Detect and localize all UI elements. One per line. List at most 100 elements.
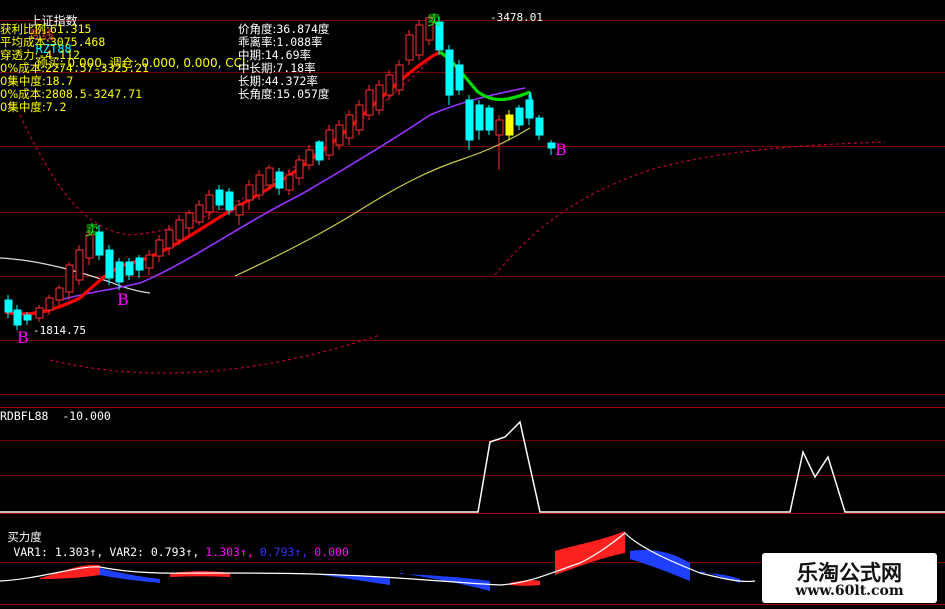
chip-info-value: 3075.468 bbox=[49, 35, 106, 49]
candlestick[interactable] bbox=[35, 307, 44, 319]
sell-marker: 卖 bbox=[427, 13, 441, 29]
angle-info-value: 1.088率 bbox=[276, 35, 323, 49]
candlestick[interactable] bbox=[305, 149, 314, 166]
candlestick[interactable] bbox=[515, 107, 524, 126]
candlestick[interactable] bbox=[155, 239, 164, 257]
chip-info-row: 0集中度:7.2 bbox=[0, 101, 149, 114]
chip-info-label: 0%成本: bbox=[0, 61, 46, 75]
angle-info-panel: 价角度:36.874度 乖离率:1.088率 中期:14.69率 中长期:7.18率长… bbox=[238, 23, 329, 101]
candlestick[interactable] bbox=[205, 194, 214, 213]
angle-info-label: 中长期: bbox=[238, 61, 277, 75]
buy-marker: B bbox=[555, 140, 567, 159]
candlestick[interactable] bbox=[255, 174, 264, 196]
candlestick[interactable] bbox=[13, 309, 22, 326]
candlestick[interactable] bbox=[23, 314, 32, 321]
candlestick[interactable] bbox=[395, 64, 404, 91]
candlestick[interactable] bbox=[65, 264, 74, 293]
candlestick[interactable] bbox=[535, 117, 544, 136]
candlestick[interactable] bbox=[145, 254, 154, 269]
candlestick[interactable] bbox=[385, 74, 394, 96]
strength-area bbox=[700, 571, 740, 583]
high-price-label: -3478.01 bbox=[490, 11, 543, 24]
candlestick[interactable] bbox=[45, 297, 54, 311]
angle-info-label: 长期: bbox=[238, 74, 265, 88]
candlestick[interactable] bbox=[105, 249, 114, 279]
angle-info-value: 15.057度 bbox=[276, 87, 330, 101]
right-band-line bbox=[494, 141, 886, 276]
candlestick[interactable] bbox=[75, 249, 84, 281]
candlestick[interactable] bbox=[355, 104, 364, 131]
chip-info-value: 2274.57-3325.21 bbox=[45, 61, 149, 75]
candlestick[interactable] bbox=[375, 84, 384, 111]
candlestick[interactable] bbox=[175, 219, 184, 241]
candlestick[interactable] bbox=[475, 104, 484, 131]
candlestick[interactable] bbox=[415, 24, 424, 56]
candlestick[interactable] bbox=[55, 287, 64, 301]
candlestick[interactable] bbox=[285, 174, 294, 191]
chip-info-value: 7.2 bbox=[45, 100, 67, 114]
candlestick[interactable] bbox=[185, 212, 194, 229]
candlestick[interactable] bbox=[265, 167, 274, 186]
candlestick[interactable] bbox=[165, 229, 174, 249]
strength-area bbox=[400, 573, 490, 591]
chip-info-label: 获利比例: bbox=[0, 22, 50, 36]
watermark-url: www.60lt.com bbox=[795, 583, 904, 599]
candlestick[interactable] bbox=[495, 119, 504, 136]
angle-info-value: 14.69率 bbox=[264, 48, 311, 62]
chip-info-value: -4.112 bbox=[38, 48, 80, 62]
candlestick[interactable] bbox=[505, 114, 514, 136]
angle-info-value: 7.18率 bbox=[276, 61, 316, 75]
angle-info-value: 44.372率 bbox=[264, 74, 318, 88]
candlestick[interactable] bbox=[275, 171, 284, 189]
buy-marker: B bbox=[17, 328, 29, 347]
angle-info-label: 乖离率: bbox=[238, 35, 277, 49]
candlestick[interactable] bbox=[547, 142, 556, 149]
candlestick[interactable] bbox=[125, 261, 134, 276]
angle-info-label: 长角度: bbox=[238, 87, 277, 101]
ma-yellow-line bbox=[234, 127, 531, 277]
buy-marker: B bbox=[117, 290, 129, 309]
candlestick[interactable] bbox=[485, 107, 494, 131]
candlestick[interactable] bbox=[295, 159, 304, 179]
candlestick[interactable] bbox=[465, 99, 474, 141]
low-price-label: -1814.75 bbox=[33, 324, 86, 337]
chip-info-label: 穿透力: bbox=[0, 48, 39, 62]
candlestick[interactable] bbox=[195, 204, 204, 223]
chip-info-label: 平均成本: bbox=[0, 35, 50, 49]
angle-info-value: 36.874度 bbox=[276, 22, 330, 36]
chip-info-value: 61.315 bbox=[49, 22, 92, 36]
chip-info-value: 2808.5-3247.71 bbox=[45, 87, 143, 101]
candlestick[interactable] bbox=[405, 34, 414, 61]
candlestick[interactable] bbox=[345, 114, 354, 139]
candlestick[interactable] bbox=[245, 184, 254, 201]
candlestick[interactable] bbox=[135, 257, 144, 271]
candlestick[interactable] bbox=[445, 49, 454, 96]
candlestick[interactable] bbox=[315, 141, 324, 161]
candlestick[interactable] bbox=[325, 129, 334, 156]
low-price-value: 1814.75 bbox=[39, 324, 86, 337]
lower-band-line bbox=[49, 334, 381, 374]
chip-info-value: 18.7 bbox=[45, 74, 74, 88]
candlestick[interactable] bbox=[115, 261, 124, 283]
sell-marker: 卖 bbox=[85, 223, 99, 239]
candlestick[interactable] bbox=[365, 89, 374, 116]
high-price-value: 3478.01 bbox=[496, 11, 543, 24]
watermark-logo: 乐淘公式网 www.60lt.com bbox=[762, 553, 937, 603]
candlestick[interactable] bbox=[4, 299, 13, 313]
candlestick[interactable] bbox=[235, 204, 244, 216]
candlestick[interactable] bbox=[525, 99, 534, 119]
strength-area bbox=[170, 571, 230, 577]
candlestick[interactable] bbox=[225, 191, 234, 211]
chip-info-label: 0集中度: bbox=[0, 74, 46, 88]
angle-info-label: 价角度: bbox=[238, 22, 277, 36]
candlestick[interactable] bbox=[455, 64, 464, 91]
chip-info-panel: 获利比例:61.315 平均成本:3075.468 穿透力:-4.112 0%成本:2… bbox=[0, 23, 149, 114]
chip-info-label: 0%成本: bbox=[0, 87, 46, 101]
candlestick[interactable] bbox=[335, 124, 344, 146]
strength-area bbox=[100, 568, 160, 583]
angle-info-label: 中期: bbox=[238, 48, 265, 62]
chip-info-label: 0集中度: bbox=[0, 100, 46, 114]
angle-info-row: 长角度:15.057度 bbox=[238, 88, 329, 101]
candlestick[interactable] bbox=[215, 189, 224, 206]
rdbfl-chart[interactable] bbox=[0, 407, 945, 515]
